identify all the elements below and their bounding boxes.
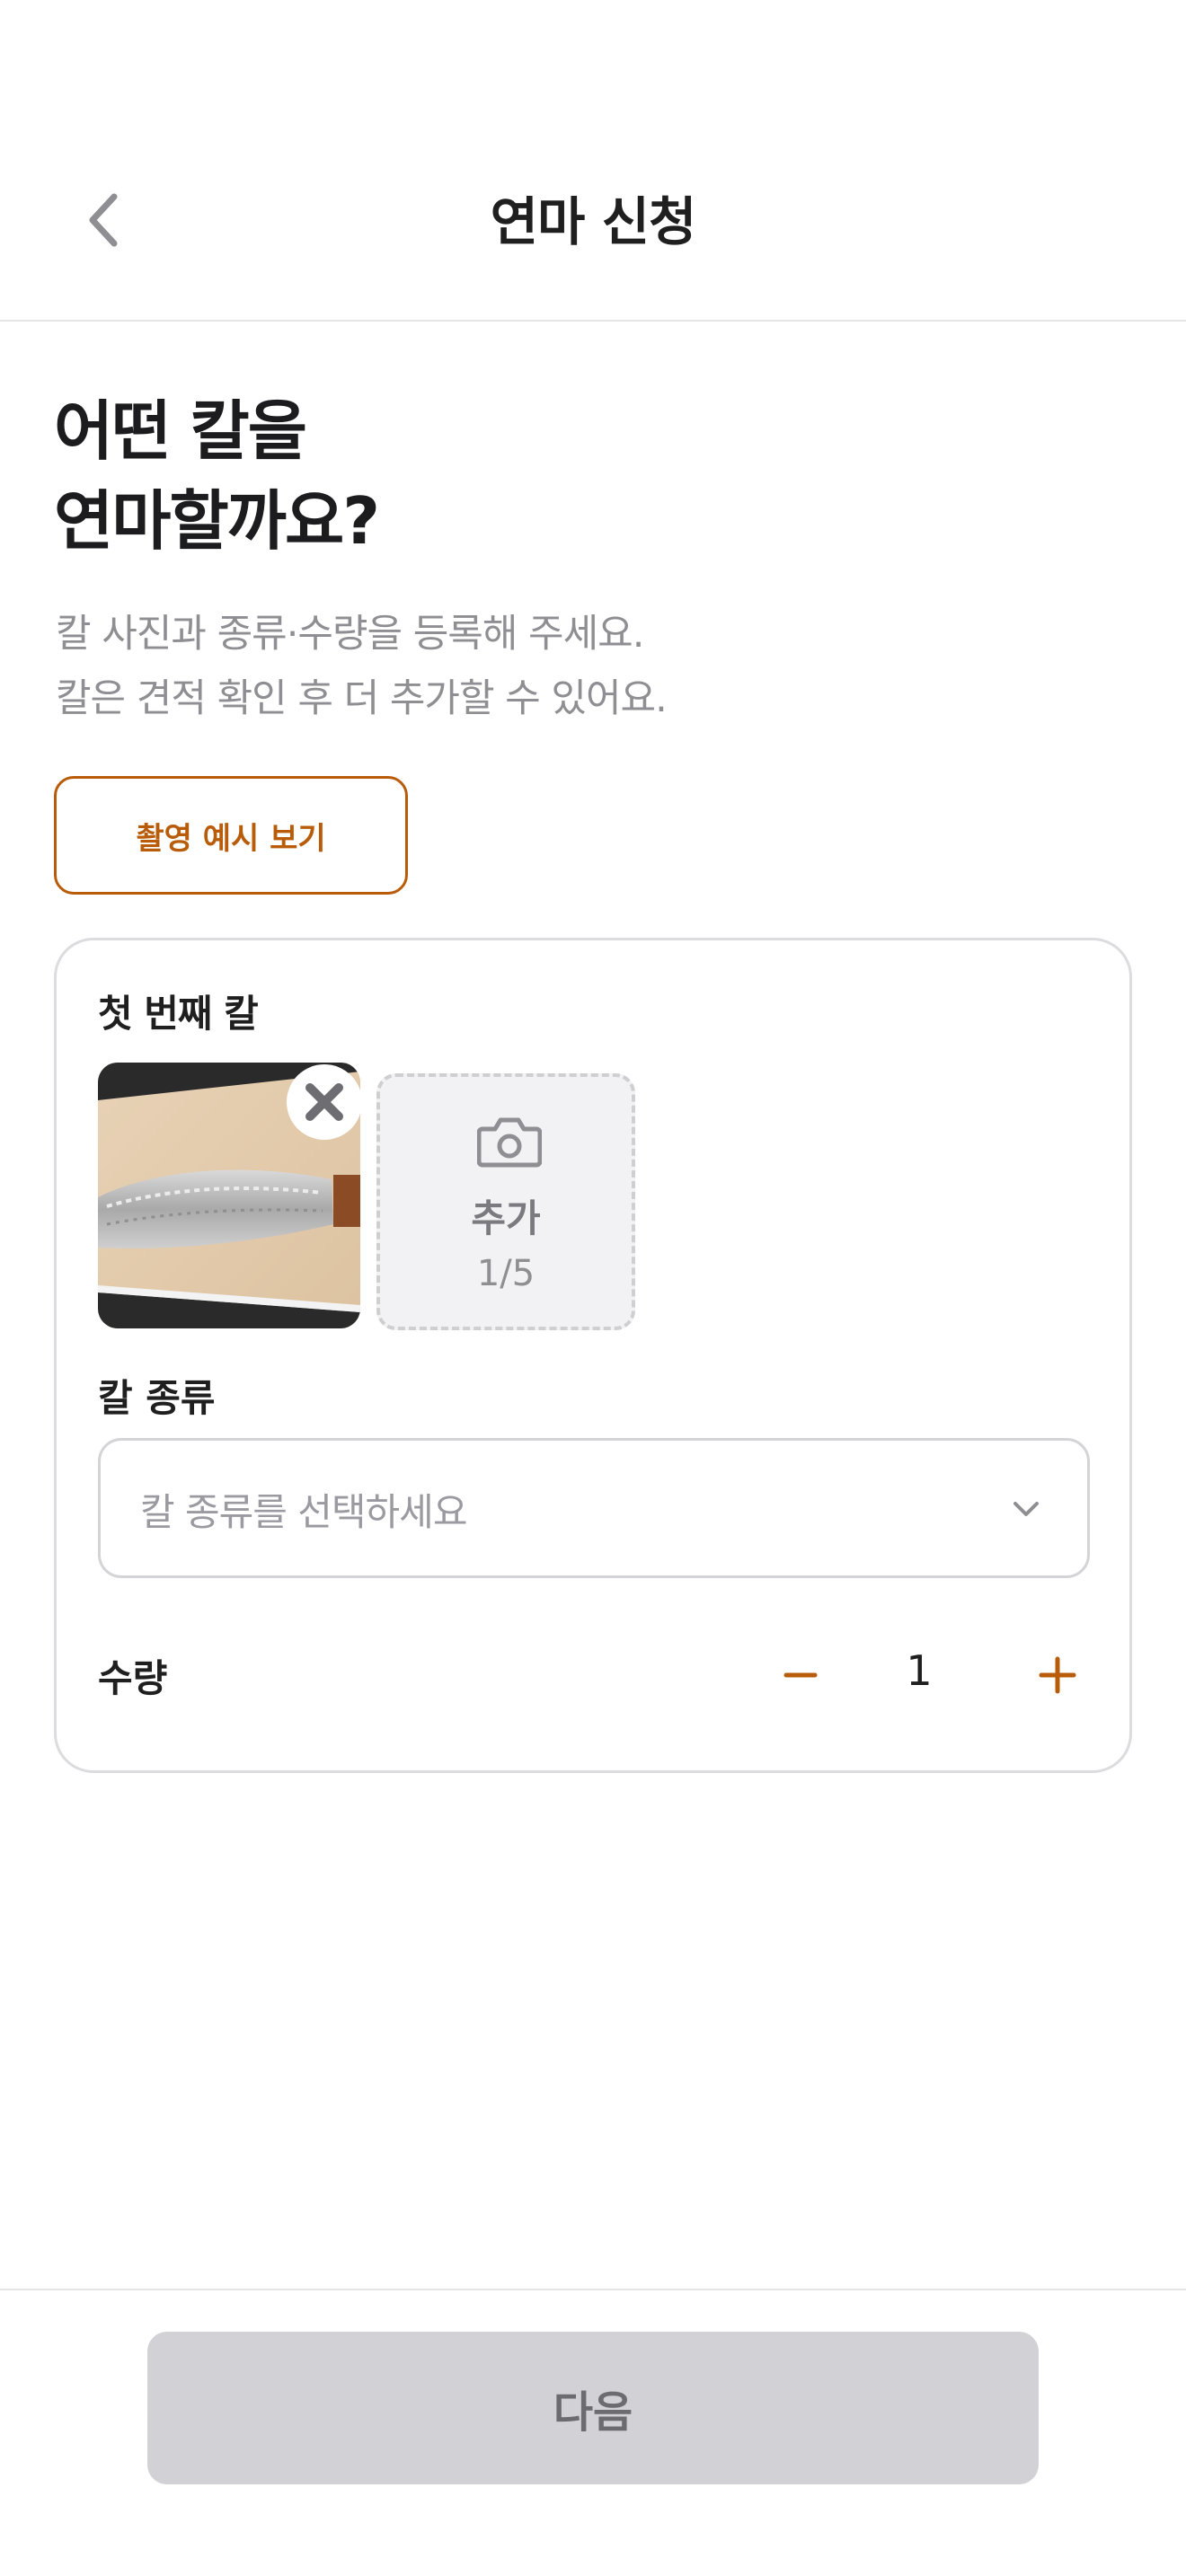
knife-type-select[interactable]: 칼 종류를 선택하세요 xyxy=(98,1438,1090,1578)
knife-card: 첫 번째 칼 추가 1/5 칼 종류 칼 종류를 선택하세요 수량 1 xyxy=(54,938,1132,1773)
quantity-increase-button[interactable] xyxy=(1014,1632,1101,1718)
description-line-1: 칼 사진과 종류·수량을 등록해 주세요. xyxy=(56,612,644,657)
knife-type-label: 칼 종류 xyxy=(98,1376,216,1420)
app-header: 연마 신청 xyxy=(0,162,1186,322)
heading-line-1: 어떤 칼을 xyxy=(54,393,307,469)
chevron-down-icon xyxy=(1013,1502,1039,1516)
view-example-button[interactable]: 촬영 예시 보기 xyxy=(54,776,408,895)
description-line-2: 칼은 견적 확인 후 더 추가할 수 있어요. xyxy=(56,676,668,721)
minus-icon xyxy=(783,1672,818,1678)
description: 칼 사진과 종류·수량을 등록해 주세요. 칼은 견적 확인 후 더 추가할 수… xyxy=(56,602,1134,731)
next-button[interactable]: 다음 xyxy=(147,2332,1039,2484)
page-title: 연마 신청 xyxy=(490,191,697,252)
quantity-label: 수량 xyxy=(98,1656,168,1700)
plus-icon xyxy=(1039,1656,1076,1694)
knife-type-placeholder: 칼 종류를 선택하세요 xyxy=(140,1490,467,1534)
remove-photo-button[interactable] xyxy=(287,1064,362,1140)
quantity-decrease-button[interactable] xyxy=(757,1632,844,1718)
quantity-value: 1 xyxy=(906,1646,933,1695)
camera-icon xyxy=(477,1117,542,1168)
heading-line-2: 연마할까요? xyxy=(54,483,380,559)
close-icon xyxy=(299,1077,350,1127)
page: 연마 신청 어떤 칼을 연마할까요? 칼 사진과 종류·수량을 등록해 주세요.… xyxy=(0,0,1186,2576)
card-title: 첫 번째 칼 xyxy=(98,992,259,1036)
photo-count: 1/5 xyxy=(476,1253,535,1294)
add-photo-button[interactable]: 추가 1/5 xyxy=(376,1073,635,1330)
bottom-divider xyxy=(0,2289,1186,2290)
main-heading: 어떤 칼을 연마할까요? xyxy=(54,386,952,566)
add-photo-label: 추가 xyxy=(471,1196,541,1240)
